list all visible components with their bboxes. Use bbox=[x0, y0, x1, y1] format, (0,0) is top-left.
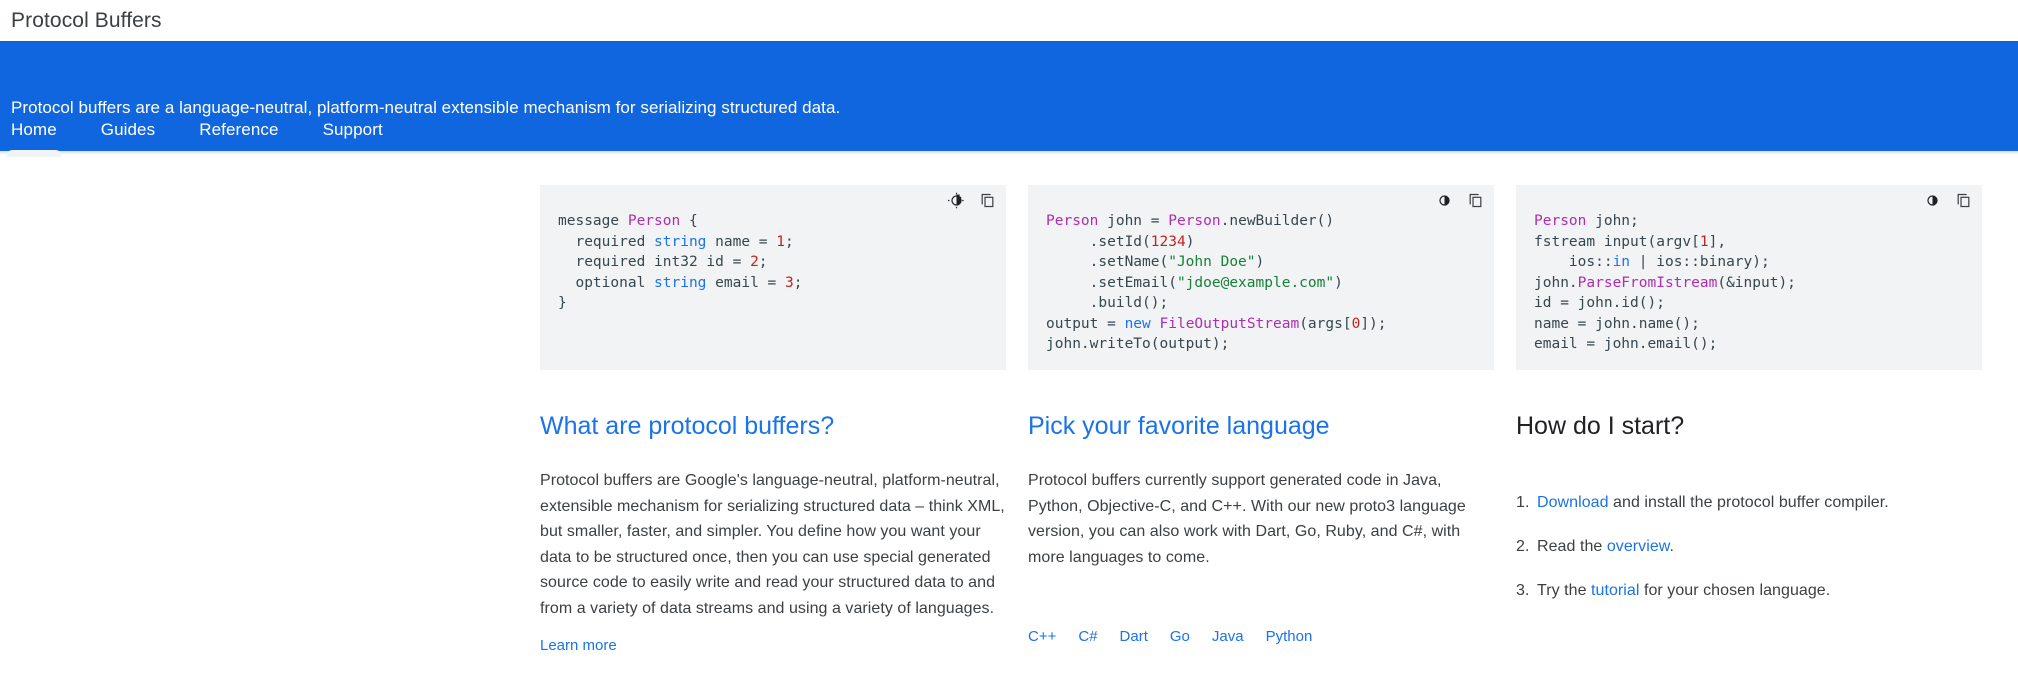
three-column-layout: message Person { required string name = … bbox=[0, 185, 2018, 655]
main-nav: Home Guides Reference Support bbox=[0, 109, 427, 157]
code-block-java: Person john = Person.newBuilder() .setId… bbox=[1028, 185, 1494, 370]
code-block-cpp: Person john; fstream input(argv[1], ios:… bbox=[1516, 185, 1982, 370]
list-item: Read the overview. bbox=[1516, 534, 1674, 559]
nav-item-home-label: Home bbox=[11, 120, 57, 139]
brightness-icon[interactable] bbox=[1924, 192, 1941, 209]
brightness-icon[interactable] bbox=[948, 192, 965, 209]
nav-item-support-label: Support bbox=[322, 120, 383, 139]
section-body-what: Protocol buffers are Google's language-n… bbox=[540, 472, 1005, 617]
nav-item-guides[interactable]: Guides bbox=[101, 109, 155, 151]
nav-item-support[interactable]: Support bbox=[323, 109, 383, 151]
step-link-tutorial[interactable]: tutorial bbox=[1591, 582, 1639, 599]
code-toolbar-java bbox=[1436, 192, 1484, 209]
code-block-proto: message Person { required string name = … bbox=[540, 185, 1006, 370]
code-content-cpp: Person john; fstream input(argv[1], ios:… bbox=[1534, 213, 1796, 352]
learn-more-link[interactable]: Learn more bbox=[540, 637, 617, 654]
language-link-cpp[interactable]: C++ bbox=[1028, 628, 1056, 645]
copy-icon[interactable] bbox=[1955, 192, 1972, 209]
column-what-are-protocol-buffers: message Person { required string name = … bbox=[540, 185, 1006, 655]
section-body-pick: Protocol buffers currently support gener… bbox=[1028, 472, 1466, 566]
language-link-python[interactable]: Python bbox=[1266, 628, 1313, 645]
code-content-proto: message Person { required string name = … bbox=[558, 213, 803, 311]
list-item: Download and install the protocol buffer… bbox=[1516, 490, 1889, 515]
main-content: message Person { required string name = … bbox=[0, 155, 2018, 655]
list-item: Try the tutorial for your chosen languag… bbox=[1516, 578, 1831, 603]
nav-item-reference-label: Reference bbox=[199, 120, 279, 139]
section-heading-what: What are protocol buffers? bbox=[540, 412, 835, 440]
code-toolbar-cpp bbox=[1924, 192, 1972, 209]
hero-banner: Protocol buffers are a language-neutral,… bbox=[0, 41, 2018, 157]
language-link-dart[interactable]: Dart bbox=[1120, 628, 1148, 645]
brightness-icon[interactable] bbox=[1436, 192, 1453, 209]
step-link-overview[interactable]: overview bbox=[1607, 538, 1670, 555]
section-heading-pick: Pick your favorite language bbox=[1028, 412, 1330, 440]
section-heading-start: How do I start? bbox=[1516, 412, 1685, 440]
page-title: Protocol Buffers bbox=[11, 8, 162, 32]
column-pick-your-favorite-language: Person john = Person.newBuilder() .setId… bbox=[1028, 185, 1494, 655]
copy-icon[interactable] bbox=[979, 192, 996, 209]
copy-icon[interactable] bbox=[1467, 192, 1484, 209]
nav-item-home[interactable]: Home bbox=[7, 109, 61, 157]
app-title-bar: Protocol Buffers bbox=[0, 0, 2018, 41]
code-content-java: Person john = Person.newBuilder() .setId… bbox=[1046, 213, 1387, 352]
nav-item-reference[interactable]: Reference bbox=[199, 109, 278, 151]
language-link-csharp[interactable]: C# bbox=[1078, 628, 1097, 645]
language-links: C++ C# Dart Go Java Python bbox=[1028, 628, 1494, 645]
nav-item-guides-label: Guides bbox=[100, 120, 156, 139]
column-how-do-i-start: Person john; fstream input(argv[1], ios:… bbox=[1516, 185, 1982, 655]
language-link-go[interactable]: Go bbox=[1170, 628, 1190, 645]
start-steps-list: Download and install the protocol buffer… bbox=[1516, 490, 1982, 603]
step-link-download[interactable]: Download bbox=[1537, 494, 1609, 511]
language-link-java[interactable]: Java bbox=[1212, 628, 1244, 645]
code-toolbar-proto bbox=[948, 192, 996, 209]
